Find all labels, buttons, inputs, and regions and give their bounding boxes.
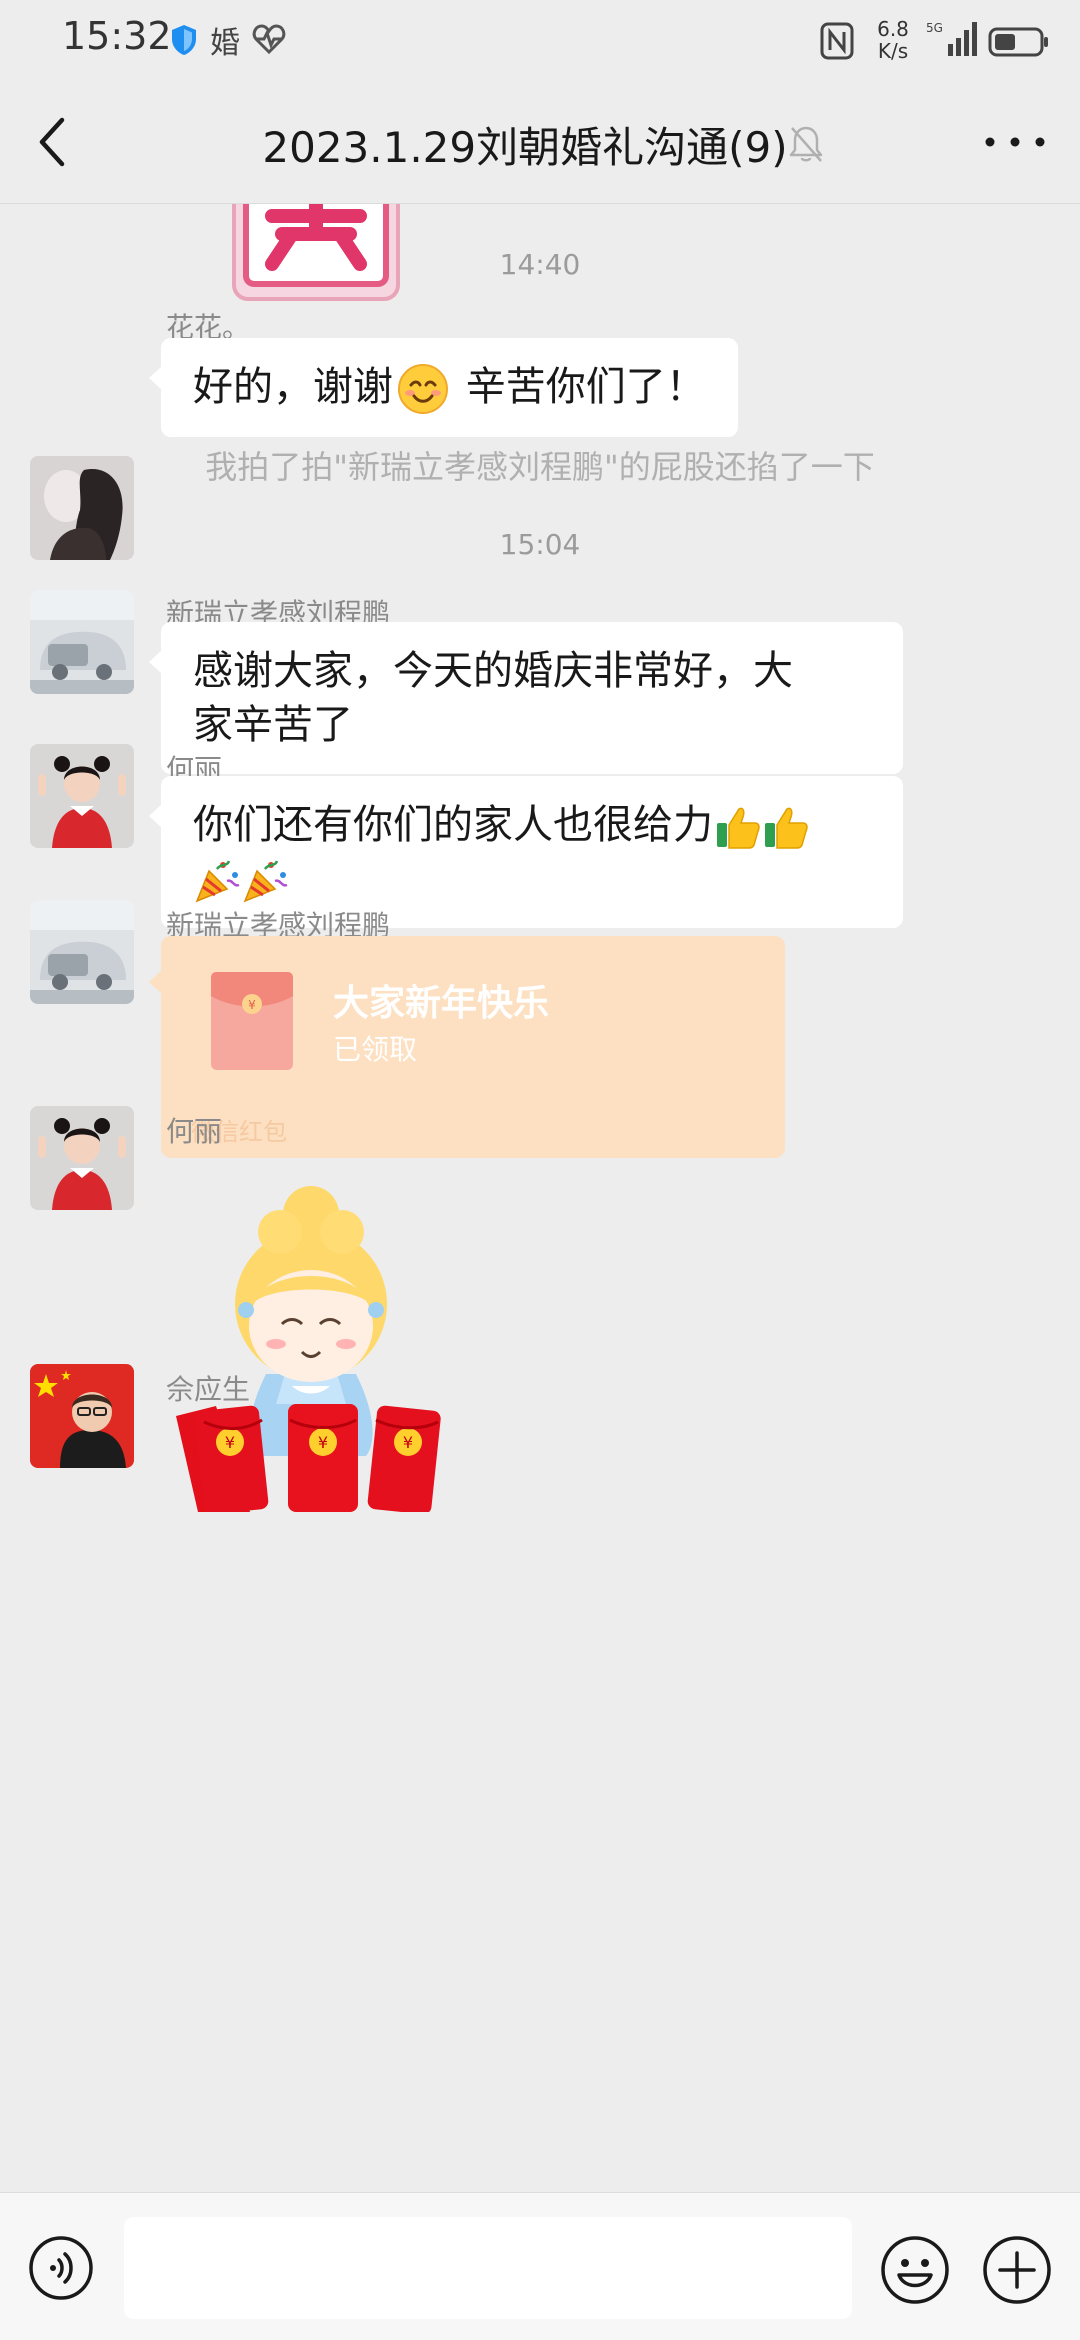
party-popper-icon — [195, 860, 240, 903]
red-packet-title: 大家新年快乐 — [333, 983, 550, 1024]
shield-icon — [172, 25, 196, 55]
red-envelopes-sticker[interactable]: ¥ ¥ ¥ — [176, 1402, 466, 1512]
avatar[interactable] — [30, 590, 134, 694]
red-envelope-icon: ¥ — [211, 972, 293, 1070]
thumbs-up-icon — [765, 807, 808, 849]
voice-input-icon[interactable] — [28, 2235, 94, 2301]
status-bar: 15:32 婚 6.8 K/s 5G — [0, 0, 1080, 80]
avatar[interactable] — [30, 1106, 134, 1210]
red-packet-card[interactable]: ¥ 大家新年快乐 已领取 微信红包 — [149, 936, 785, 1158]
message-bubble[interactable]: 好的，谢谢 辛苦你们了！ — [149, 338, 738, 437]
status-app-badge: 婚 — [210, 26, 240, 61]
thumbs-up-icon — [717, 807, 760, 849]
svg-text:¥: ¥ — [403, 1433, 413, 1452]
svg-text:¥: ¥ — [225, 1433, 235, 1452]
message-bubble[interactable]: 感谢大家，今天的婚庆非常好，大 家辛苦了 — [149, 622, 903, 774]
red-packet-status: 已领取 — [333, 1033, 418, 1066]
party-popper-icon — [243, 860, 288, 903]
svg-text:¥: ¥ — [318, 1433, 328, 1452]
network-speed: 6.8 K/s — [877, 17, 909, 63]
chat-header: 2023.1.29刘朝婚礼沟通(9) — [0, 80, 1080, 204]
input-bar — [0, 2192, 1080, 2340]
nfc-icon — [820, 22, 854, 60]
chat-title: 2023.1.29刘朝婚礼沟通(9) — [262, 123, 788, 172]
time-divider: 14:40 — [499, 248, 581, 281]
emoji-icon[interactable] — [880, 2235, 950, 2305]
battery-icon — [988, 27, 1048, 57]
message-list[interactable]: 14:40 花花。 好的，谢谢 辛苦你们了！ 我拍了拍"新瑞立孝感刘程鹏"的屁股… — [0, 204, 1080, 2192]
system-message: 我拍了拍"新瑞立孝感刘程鹏"的屁股还掐了一下 — [205, 448, 875, 486]
avatar[interactable] — [30, 744, 134, 848]
avatar[interactable] — [30, 900, 134, 1004]
more-icon[interactable] — [980, 132, 1050, 152]
signal-5g-icon: 5G — [926, 21, 977, 56]
smiling-face-icon — [398, 364, 448, 414]
sender-name: 何丽 — [166, 1115, 223, 1148]
message-input[interactable] — [124, 2217, 852, 2319]
svg-text:¥: ¥ — [248, 998, 256, 1012]
avatar[interactable] — [30, 1364, 134, 1468]
plus-icon[interactable] — [982, 2235, 1052, 2305]
bell-muted-icon — [789, 126, 823, 162]
status-time: 15:32 — [62, 14, 172, 58]
svg-text:5G: 5G — [926, 21, 943, 35]
heart-rate-icon — [252, 24, 286, 55]
time-divider: 15:04 — [499, 528, 581, 561]
